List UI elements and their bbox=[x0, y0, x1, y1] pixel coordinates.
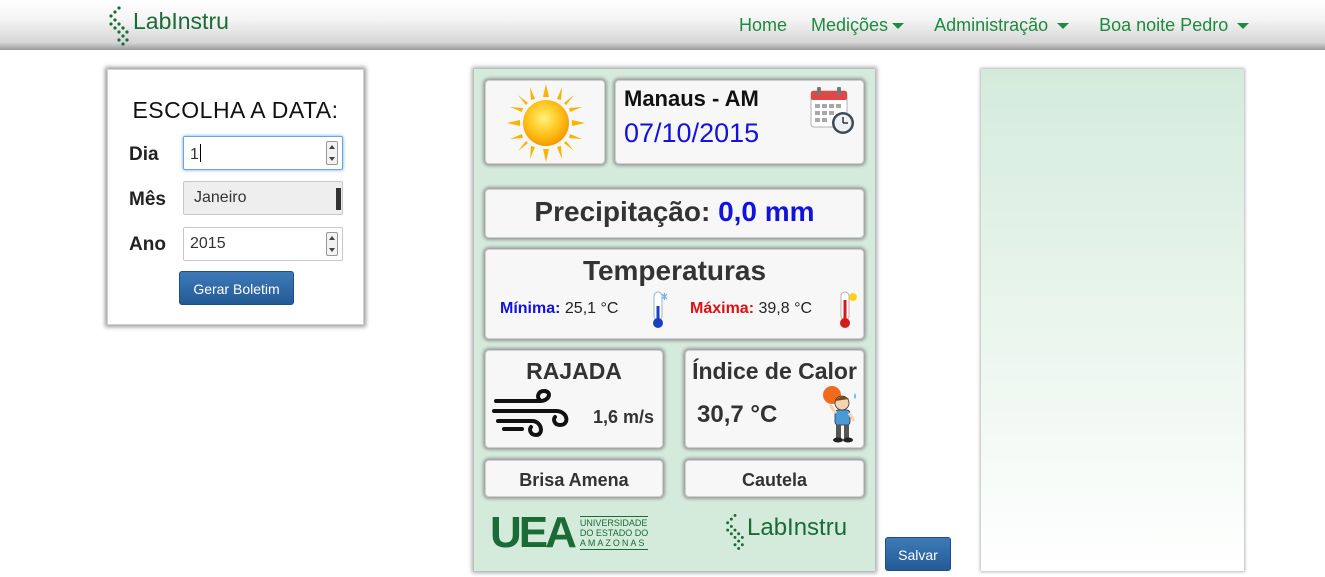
hot-thermometer-icon bbox=[840, 291, 857, 328]
weather-bulletin: Manaus - AM 07/10/2015 Precipitação: 0,0… bbox=[474, 69, 875, 571]
min-temperature: Mínima: 25,1 °C bbox=[500, 300, 618, 318]
heat-status-card: Cautela bbox=[685, 460, 864, 497]
uea-line3: AMAZONAS bbox=[579, 538, 647, 548]
brand-logo[interactable]: LabInstru bbox=[107, 4, 229, 46]
min-value: 25,1 °C bbox=[564, 300, 619, 317]
year-label: Ano bbox=[129, 234, 166, 255]
date-form-panel: ESCOLHA A DATA: Dia 1 Mês Janeiro Ano 20… bbox=[107, 69, 364, 325]
month-select[interactable]: Janeiro bbox=[183, 181, 343, 215]
precipitation-line: Precipitação: 0,0 mm bbox=[486, 196, 863, 228]
text-cursor bbox=[199, 144, 201, 162]
nav-medicoes[interactable]: Medições bbox=[811, 15, 905, 36]
max-temperature: Máxima: 39,8 °C bbox=[690, 300, 812, 318]
year-spinner[interactable] bbox=[326, 232, 338, 256]
top-navbar: LabInstru Home Medições Administração Bo… bbox=[0, 0, 1325, 50]
side-preview-panel bbox=[981, 69, 1244, 571]
year-value: 2015 bbox=[190, 235, 226, 252]
heat-stressed-person-icon bbox=[823, 386, 856, 443]
brand-name: LabInstru bbox=[133, 7, 229, 34]
heat-status: Cautela bbox=[741, 470, 808, 490]
year-input[interactable]: 2015 bbox=[183, 227, 343, 261]
nav-administracao-label: Administração bbox=[934, 15, 1049, 35]
max-value: 39,8 °C bbox=[758, 300, 813, 317]
month-label: Mês bbox=[129, 189, 166, 210]
heat-index-card: Índice de Calor 30,7 °C bbox=[685, 350, 864, 448]
gust-status: Brisa Amena bbox=[519, 470, 629, 490]
temperatures-card: Temperaturas Mínima: 25,1 °C Máxima: 39,… bbox=[485, 249, 864, 339]
heat-index-title: Índice de Calor bbox=[692, 358, 857, 384]
chevron-down-icon bbox=[1237, 23, 1250, 30]
weather-icon-card bbox=[485, 80, 605, 164]
calendar-clock-icon bbox=[810, 87, 854, 134]
gust-status-card: Brisa Amena bbox=[485, 460, 663, 497]
location-date-card: Manaus - AM 07/10/2015 bbox=[615, 80, 864, 164]
day-value: 1 bbox=[190, 146, 199, 163]
month-value: Janeiro bbox=[194, 189, 247, 206]
gust-card: RAJADA 1,6 m/s bbox=[485, 350, 663, 448]
uea-abbr: UEA bbox=[490, 508, 577, 557]
city-name: Manaus - AM bbox=[624, 86, 759, 111]
labinstru-footer-logo: LabInstru bbox=[724, 511, 847, 551]
nav-administracao[interactable]: Administração bbox=[934, 15, 1070, 36]
precipitation-value: 0,0 mm bbox=[718, 196, 815, 227]
day-spinner[interactable] bbox=[326, 141, 338, 165]
chevron-down-icon bbox=[1057, 23, 1070, 30]
nav-home[interactable]: Home bbox=[739, 15, 787, 36]
labinstru-text: LabInstru bbox=[747, 514, 848, 541]
date-form-title: ESCOLHA A DATA: bbox=[132, 97, 339, 123]
nav-menu: Home Medições Administração Boa noite Pe… bbox=[739, 15, 1250, 36]
gust-title: RAJADA bbox=[526, 358, 622, 384]
generate-bulletin-button[interactable]: Gerar Boletim bbox=[179, 271, 294, 305]
nav-medicoes-label: Medições bbox=[811, 15, 889, 35]
cold-thermometer-icon bbox=[653, 291, 668, 328]
temperatures-title: Temperaturas bbox=[582, 255, 767, 286]
save-button[interactable]: Salvar bbox=[885, 537, 951, 571]
heat-index-value: 30,7 °C bbox=[697, 401, 778, 428]
uea-line1: UNIVERSIDADE bbox=[579, 518, 648, 528]
gust-value: 1,6 m/s bbox=[593, 407, 655, 427]
bulletin-date: 07/10/2015 bbox=[624, 118, 760, 148]
uea-logo: UEA UNIVERSIDADE DO ESTADO DO AMAZONAS bbox=[490, 508, 649, 557]
select-arrow-icon bbox=[336, 188, 341, 210]
nav-user-menu[interactable]: Boa noite Pedro bbox=[1099, 15, 1250, 36]
uea-fullname: UNIVERSIDADE DO ESTADO DO AMAZONAS bbox=[579, 516, 649, 550]
min-label: Mínima: bbox=[500, 300, 561, 317]
wind-icon bbox=[492, 389, 569, 438]
precipitation-card: Precipitação: 0,0 mm bbox=[485, 189, 864, 238]
precipitation-label: Precipitação: bbox=[534, 196, 711, 227]
brand-dots-icon bbox=[109, 6, 129, 46]
uea-line2: DO ESTADO DO bbox=[579, 528, 649, 538]
max-label: Máxima: bbox=[690, 300, 755, 317]
sun-icon bbox=[507, 84, 585, 162]
day-input[interactable]: 1 bbox=[183, 136, 343, 170]
nav-user-label: Boa noite Pedro bbox=[1099, 15, 1229, 35]
nav-home-label: Home bbox=[739, 15, 788, 35]
brand-dots-icon bbox=[726, 513, 744, 550]
chevron-down-icon bbox=[892, 23, 905, 30]
day-label: Dia bbox=[129, 144, 159, 165]
